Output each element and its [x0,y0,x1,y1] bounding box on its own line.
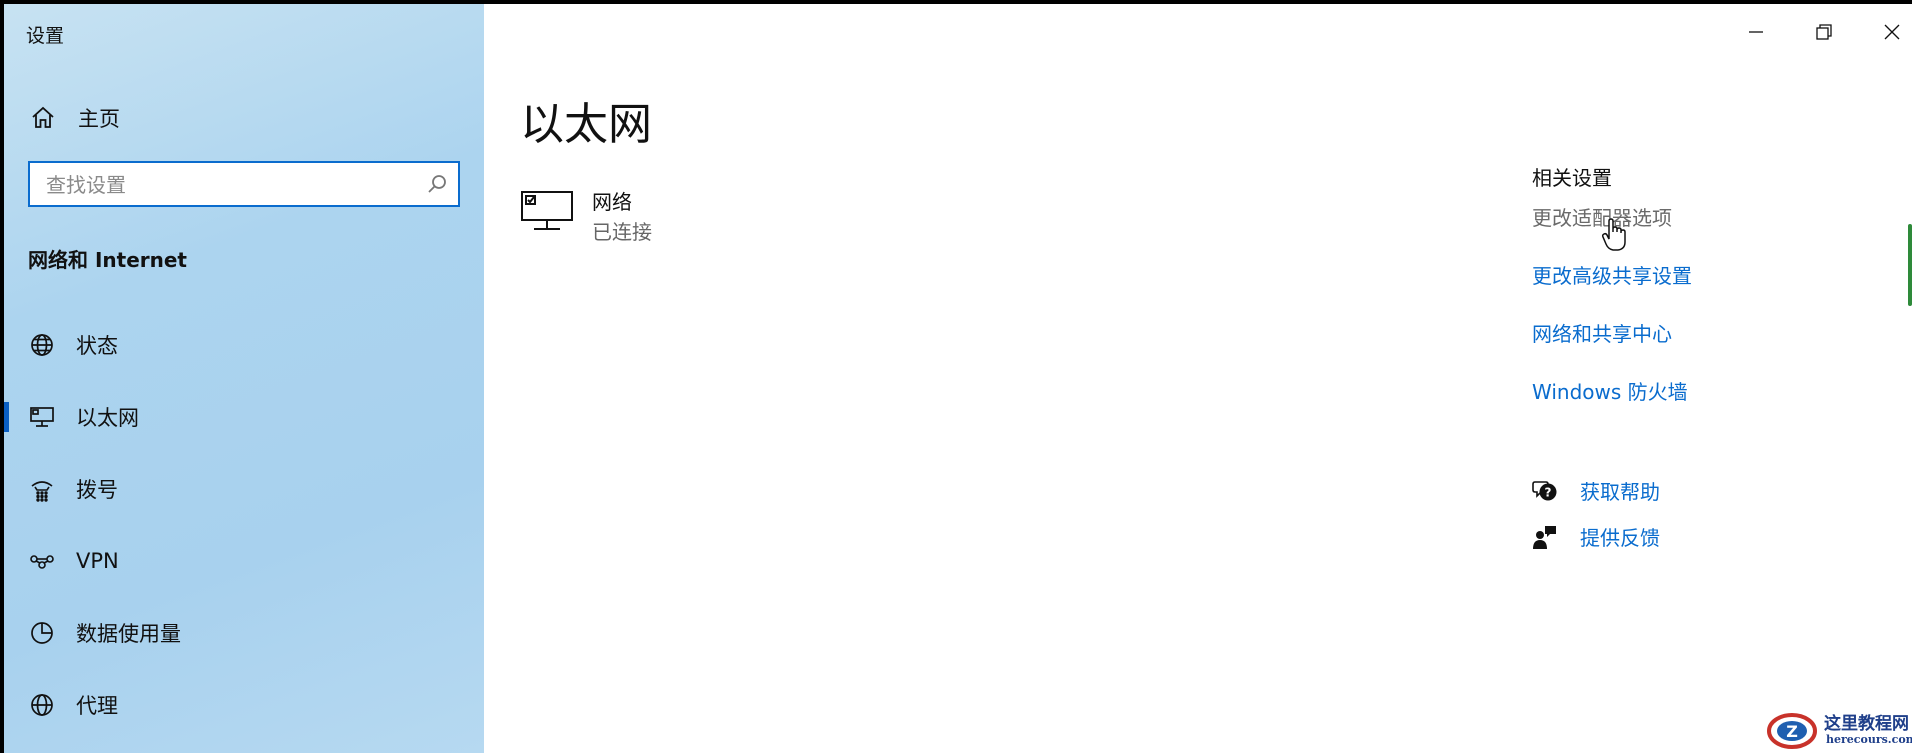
app-title: 设置 [26,25,65,47]
minimize-button[interactable] [1728,12,1784,52]
get-help-link[interactable]: 获取帮助 [1580,476,1660,505]
close-icon [1884,24,1900,40]
close-button[interactable] [1864,12,1912,52]
edge-accent [1908,224,1912,306]
network-status: 已连接 [592,220,652,244]
sidebar-item-data-usage[interactable]: 数据使用量 [4,608,484,658]
globe-status-icon [28,331,56,359]
vpn-icon [28,547,56,575]
related-settings-title: 相关设置 [1532,166,1612,190]
ethernet-icon [28,403,56,431]
restore-icon [1816,24,1832,40]
sidebar-item-proxy[interactable]: 代理 [4,680,484,730]
sidebar-item-label: 以太网 [76,406,139,430]
network-sharing-center-link[interactable]: 网络和共享中心 [1532,318,1672,347]
sidebar-item-ethernet[interactable]: 以太网 [4,392,484,442]
active-indicator [4,402,9,432]
search-box [28,161,460,207]
sidebar-item-label: 状态 [76,334,118,358]
sidebar: 设置 主页 网络和 Internet [4,4,484,753]
help-chat-icon: ? [1532,480,1557,500]
sidebar-item-label: 拨号 [76,478,118,502]
data-usage-icon [28,619,56,647]
sidebar-item-label: 代理 [76,694,118,718]
watermark-text-en: herecours.com [1826,733,1912,746]
windows-firewall-link[interactable]: Windows 防火墙 [1532,376,1688,405]
svg-text:Z: Z [1786,722,1798,741]
sidebar-item-status[interactable]: 状态 [4,320,484,370]
watermark: Z 这里教程网 herecours.com [1766,709,1912,753]
give-feedback[interactable]: 提供反馈 [1532,522,1660,551]
give-feedback-link[interactable]: 提供反馈 [1580,522,1660,551]
sidebar-home-label: 主页 [78,107,120,131]
globe-icon [28,691,56,719]
section-title: 网络和 Internet [28,248,187,272]
svg-text:?: ? [1545,485,1552,499]
get-help[interactable]: ? 获取帮助 [1532,476,1660,505]
feedback-icon [1533,525,1556,549]
network-computer-icon [521,191,573,230]
sidebar-item-label: 数据使用量 [76,622,181,646]
search-input[interactable] [44,163,428,207]
sidebar-item-vpn[interactable]: VPN [4,536,484,586]
change-advanced-sharing-link[interactable]: 更改高级共享设置 [1532,260,1692,289]
watermark-text-cn: 这里教程网 [1824,714,1909,734]
page-title: 以太网 [520,99,652,150]
home-icon [32,106,54,128]
sidebar-item-dialup[interactable]: 拨号 [4,464,484,514]
restore-button[interactable] [1796,12,1852,52]
sidebar-item-label: VPN [76,549,119,573]
hand-cursor-icon [1601,218,1626,251]
network-name: 网络 [592,190,632,214]
watermark-logo-icon: Z [1767,713,1817,749]
search-icon[interactable] [426,173,448,195]
sidebar-home[interactable]: 主页 [30,100,120,136]
dialup-icon [28,475,56,503]
settings-window: 设置 主页 网络和 Internet [4,4,1912,753]
minimize-icon [1749,31,1763,33]
